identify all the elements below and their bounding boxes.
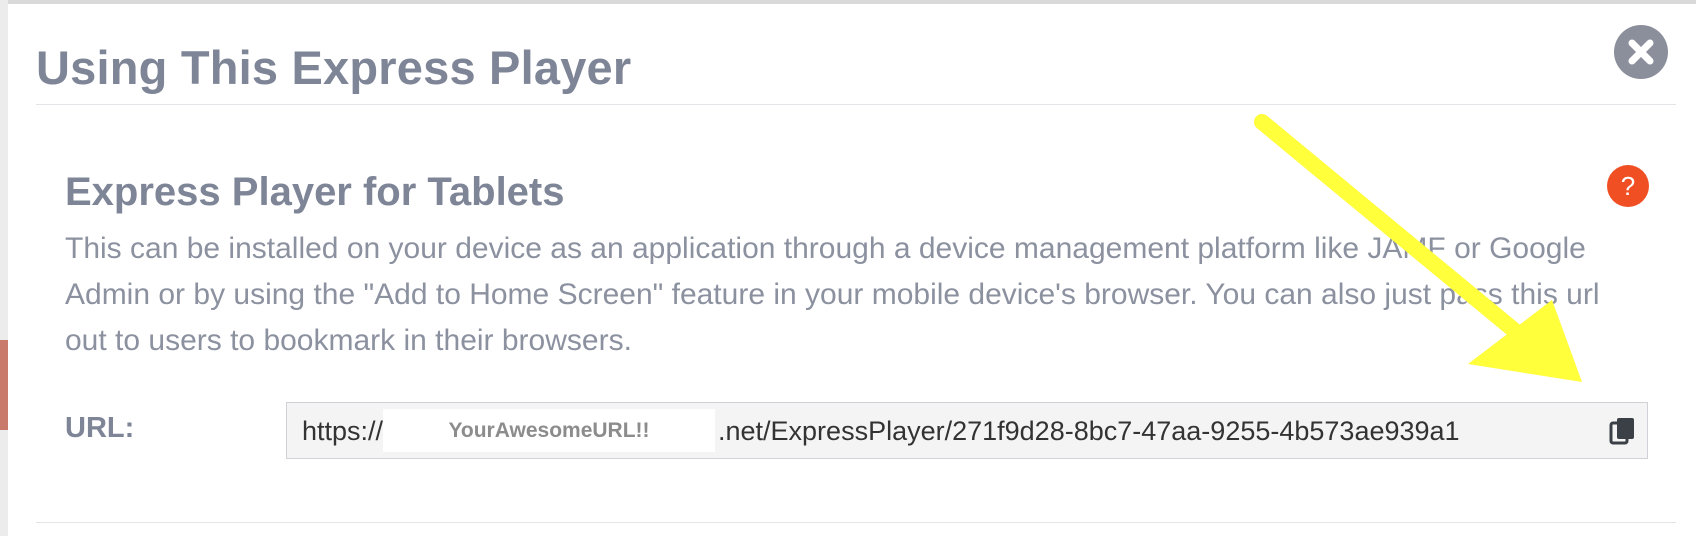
url-field[interactable]: https:// YourAwesomeURL!! .net/ExpressPl… <box>286 402 1648 459</box>
close-button[interactable] <box>1614 25 1668 79</box>
backdrop <box>0 0 8 536</box>
modal-title: Using This Express Player <box>36 41 632 94</box>
close-icon <box>1628 39 1654 65</box>
url-path: .net/ExpressPlayer/271f9d28-8bc7-47aa-92… <box>718 416 1460 446</box>
url-label: URL: <box>65 412 135 444</box>
section-title: Express Player for Tablets <box>65 170 565 214</box>
copy-button[interactable] <box>1609 416 1637 446</box>
url-prefix: https:// <box>302 416 384 446</box>
divider <box>36 522 1676 523</box>
help-button[interactable]: ? <box>1607 165 1649 207</box>
url-redaction: YourAwesomeURL!! <box>383 409 715 452</box>
divider <box>36 104 1676 105</box>
backdrop-element <box>0 340 8 430</box>
section-description: This can be installed on your device as … <box>65 232 1600 357</box>
modal-dialog: Using This Express Player Express Player… <box>8 4 1696 536</box>
copy-icon <box>1609 418 1634 445</box>
